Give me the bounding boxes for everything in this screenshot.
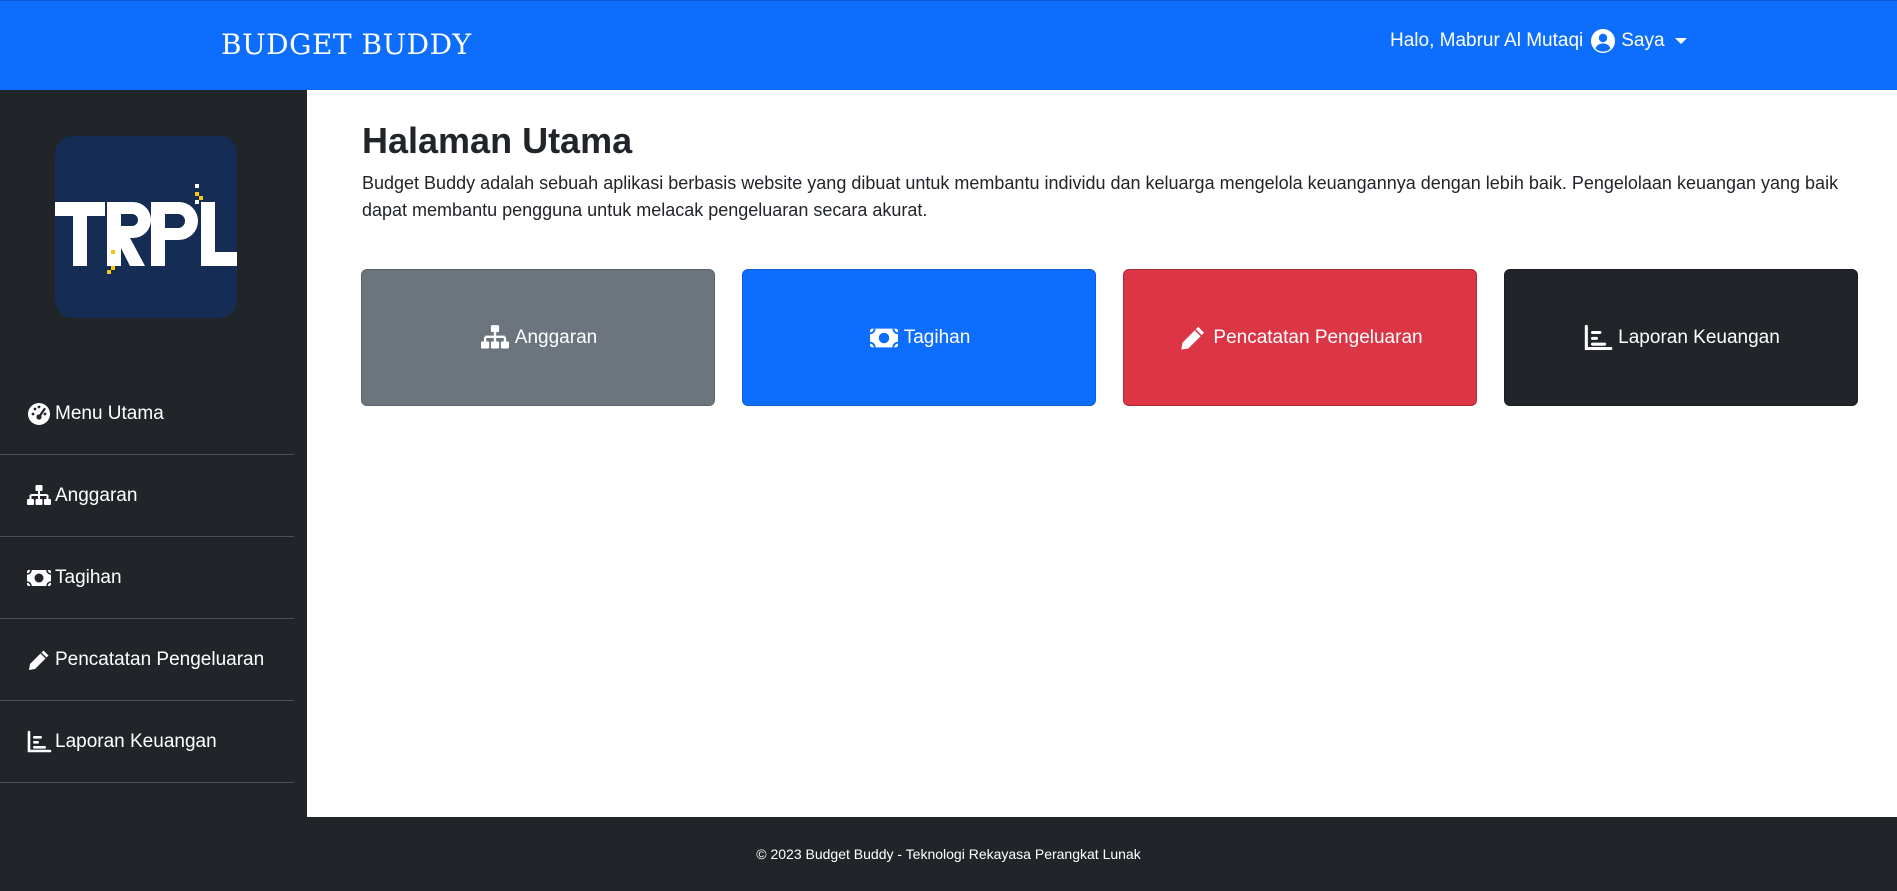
logo-image <box>55 136 237 318</box>
money-bill-icon <box>869 328 898 347</box>
card-label: Laporan Keuangan <box>1618 326 1780 348</box>
card-pencatatan-pengeluaran[interactable]: Pencatatan Pengeluaran <box>1123 269 1477 406</box>
main-content: Halaman Utama Budget Buddy adalah sebuah… <box>307 90 1897 817</box>
chart-icon <box>1584 324 1613 350</box>
sidebar-item-label: Laporan Keuangan <box>55 730 217 752</box>
chart-icon <box>27 730 52 752</box>
sidebar-item-label: Pencatatan Pengeluaran <box>55 648 265 670</box>
sidebar-item-menu-utama[interactable]: Menu Utama <box>0 373 294 455</box>
sitemap-icon <box>27 484 51 505</box>
card-label: Pencatatan Pengeluaran <box>1213 326 1423 348</box>
sidebar-item-label: Menu Utama <box>55 402 164 424</box>
sidebar-menu: Menu Utama Anggaran Tagihan Pencatatan P… <box>0 373 294 783</box>
sidebar-item-anggaran[interactable]: Anggaran <box>0 455 294 537</box>
sidebar-item-tagihan[interactable]: Tagihan <box>0 537 294 619</box>
sidebar-item-label: Anggaran <box>55 484 138 506</box>
pencil-icon <box>1181 326 1205 350</box>
sidebar-item-pencatatan-pengeluaran[interactable]: Pencatatan Pengeluaran <box>0 619 294 701</box>
money-bill-icon <box>26 569 52 586</box>
card-tagihan[interactable]: Tagihan <box>742 269 1096 406</box>
card-anggaran[interactable]: Anggaran <box>361 269 715 406</box>
user-menu-label[interactable]: Saya <box>1621 30 1664 52</box>
user-menu[interactable]: Halo, Mabrur Al Mutaqi Saya <box>1390 29 1687 53</box>
footer-copyright: © 2023 Budget Buddy - Teknologi Rekayasa… <box>756 846 1141 862</box>
chevron-down-icon[interactable] <box>1674 38 1687 44</box>
dashboard-icon <box>28 402 50 425</box>
sidebar: Menu Utama Anggaran Tagihan Pencatatan P… <box>0 90 307 817</box>
trpl-logo <box>55 136 237 318</box>
footer: © 2023 Budget Buddy - Teknologi Rekayasa… <box>0 817 1897 891</box>
greeting-text: Halo, Mabrur Al Mutaqi <box>1390 30 1584 51</box>
user-circle-icon <box>1591 29 1616 53</box>
page-title: Halaman Utama <box>362 120 633 161</box>
card-label: Anggaran <box>514 326 598 348</box>
sidebar-item-label: Tagihan <box>55 566 122 588</box>
brand-title[interactable]: BUDGET BUDDY <box>221 28 472 61</box>
top-navbar: BUDGET BUDDY Halo, Mabrur Al Mutaqi Saya <box>0 0 1897 90</box>
card-laporan-keuangan[interactable]: Laporan Keuangan <box>1504 269 1858 406</box>
pencil-icon <box>29 650 49 670</box>
sitemap-icon <box>480 324 509 348</box>
card-label: Tagihan <box>903 326 971 348</box>
page-description: Budget Buddy adalah sebuah aplikasi berb… <box>362 173 1839 220</box>
sidebar-item-laporan-keuangan[interactable]: Laporan Keuangan <box>0 701 294 783</box>
